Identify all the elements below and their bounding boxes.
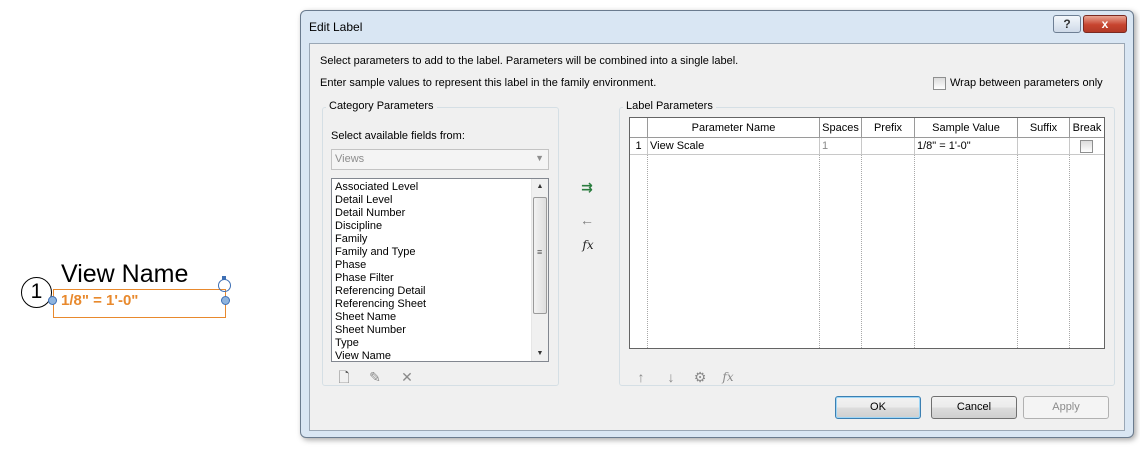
list-item[interactable]: Phase (332, 259, 532, 272)
edit-label-dialog: Edit Label ? x Select parameters to add … (300, 10, 1134, 438)
left-arrow-icon[interactable]: ← (578, 211, 596, 229)
category-dropdown-value: Views (335, 153, 365, 165)
list-item[interactable]: Detail Number (332, 207, 532, 220)
add-arrow-icon[interactable]: ⇉ (578, 178, 596, 196)
column-divider (1017, 155, 1018, 348)
cell-prefix[interactable] (862, 138, 915, 154)
column-divider (1069, 155, 1070, 348)
dialog-title-bar[interactable]: Edit Label ? x (301, 11, 1133, 43)
list-item[interactable]: Family and Type (332, 246, 532, 259)
cell-spaces[interactable]: 1 (820, 138, 862, 154)
list-item[interactable]: Family (332, 233, 532, 246)
row-number-header (630, 118, 648, 137)
table-row[interactable]: 1 View Scale 1 1/8" = 1'-0" (630, 138, 1104, 155)
right-drag-grip[interactable] (221, 296, 230, 305)
scroll-thumb[interactable]: ≡ (533, 197, 547, 314)
category-dropdown[interactable]: Views ▼ (331, 149, 549, 170)
cancel-button[interactable]: Cancel (931, 396, 1017, 419)
label-parameters-title: Label Parameters (623, 100, 716, 112)
scale-label-text[interactable]: 1/8" = 1'-0" (61, 292, 138, 309)
wrap-parameters-checkbox[interactable] (933, 77, 946, 90)
rotate-grip-icon[interactable] (218, 276, 231, 292)
scroll-up-arrow-icon[interactable]: ▲ (532, 179, 548, 194)
left-drag-grip[interactable] (48, 296, 57, 305)
new-parameter-icon[interactable]: 🗋 (335, 368, 353, 386)
list-item[interactable]: Associated Level (332, 181, 532, 194)
cell-parameter-name[interactable]: View Scale (648, 138, 820, 154)
header-spaces: Spaces (820, 118, 862, 137)
header-prefix: Prefix (862, 118, 915, 137)
wrap-parameters-label[interactable]: Wrap between parameters only (950, 77, 1103, 89)
cell-break[interactable] (1070, 138, 1104, 154)
row-number: 1 (630, 138, 648, 154)
header-suffix: Suffix (1018, 118, 1070, 137)
list-item[interactable]: Referencing Detail (332, 285, 532, 298)
column-divider (819, 155, 820, 348)
scroll-down-arrow-icon[interactable]: ▼ (532, 346, 548, 361)
header-sample-value: Sample Value (915, 118, 1018, 137)
drawing-canvas[interactable]: 1 View Name 1/8" = 1'-0" (0, 0, 300, 472)
format-parameter-icon[interactable]: ⚙ (691, 368, 709, 386)
cell-suffix[interactable] (1018, 138, 1070, 154)
available-fields-list[interactable]: Associated Level Detail Level Detail Numbe… (331, 178, 549, 362)
view-name-text: View Name (61, 260, 189, 288)
description-text-2: Enter sample values to represent this la… (320, 77, 657, 89)
formula-disabled-icon[interactable]: fx (719, 368, 737, 386)
help-button[interactable]: ? (1053, 15, 1081, 33)
list-item[interactable]: Sheet Name (332, 311, 532, 324)
list-item[interactable]: Type (332, 337, 532, 350)
ok-button[interactable]: OK (835, 396, 921, 419)
formula-icon[interactable]: fx (579, 236, 597, 254)
list-item[interactable]: Discipline (332, 220, 532, 233)
list-item[interactable]: Detail Level (332, 194, 532, 207)
column-divider (914, 155, 915, 348)
list-scrollbar[interactable]: ▲ ≡ ▼ (531, 179, 548, 361)
chevron-down-icon: ▼ (535, 153, 544, 163)
list-item[interactable]: Sheet Number (332, 324, 532, 337)
close-button[interactable]: x (1083, 15, 1127, 33)
list-item[interactable]: Referencing Sheet (332, 298, 532, 311)
column-divider (647, 155, 648, 348)
cell-sample-value[interactable]: 1/8" = 1'-0" (915, 138, 1018, 154)
break-checkbox[interactable] (1080, 140, 1093, 153)
apply-button[interactable]: Apply (1023, 396, 1109, 419)
column-divider (861, 155, 862, 348)
dialog-title: Edit Label (309, 20, 363, 34)
move-up-icon[interactable]: ↑ (632, 368, 650, 386)
edit-parameter-icon[interactable]: ✎ (366, 368, 384, 386)
table-header: Parameter Name Spaces Prefix Sample Valu… (630, 118, 1104, 138)
move-down-icon[interactable]: ↓ (662, 368, 680, 386)
delete-parameter-icon[interactable]: ✕ (398, 368, 416, 386)
view-number-circle: 1 (21, 277, 52, 308)
category-parameters-title: Category Parameters (326, 100, 437, 112)
list-item[interactable]: Phase Filter (332, 272, 532, 285)
label-parameters-table[interactable]: Parameter Name Spaces Prefix Sample Valu… (629, 117, 1105, 349)
header-parameter-name: Parameter Name (648, 118, 820, 137)
select-fields-label: Select available fields from: (331, 130, 465, 142)
thumb-grip-icon: ≡ (537, 247, 543, 257)
list-item[interactable]: View Name (332, 350, 532, 361)
description-text-1: Select parameters to add to the label. P… (320, 55, 739, 67)
dialog-body: Select parameters to add to the label. P… (309, 43, 1125, 431)
header-break: Break (1072, 122, 1102, 134)
available-fields-items: Associated Level Detail Level Detail Numbe… (332, 181, 532, 361)
